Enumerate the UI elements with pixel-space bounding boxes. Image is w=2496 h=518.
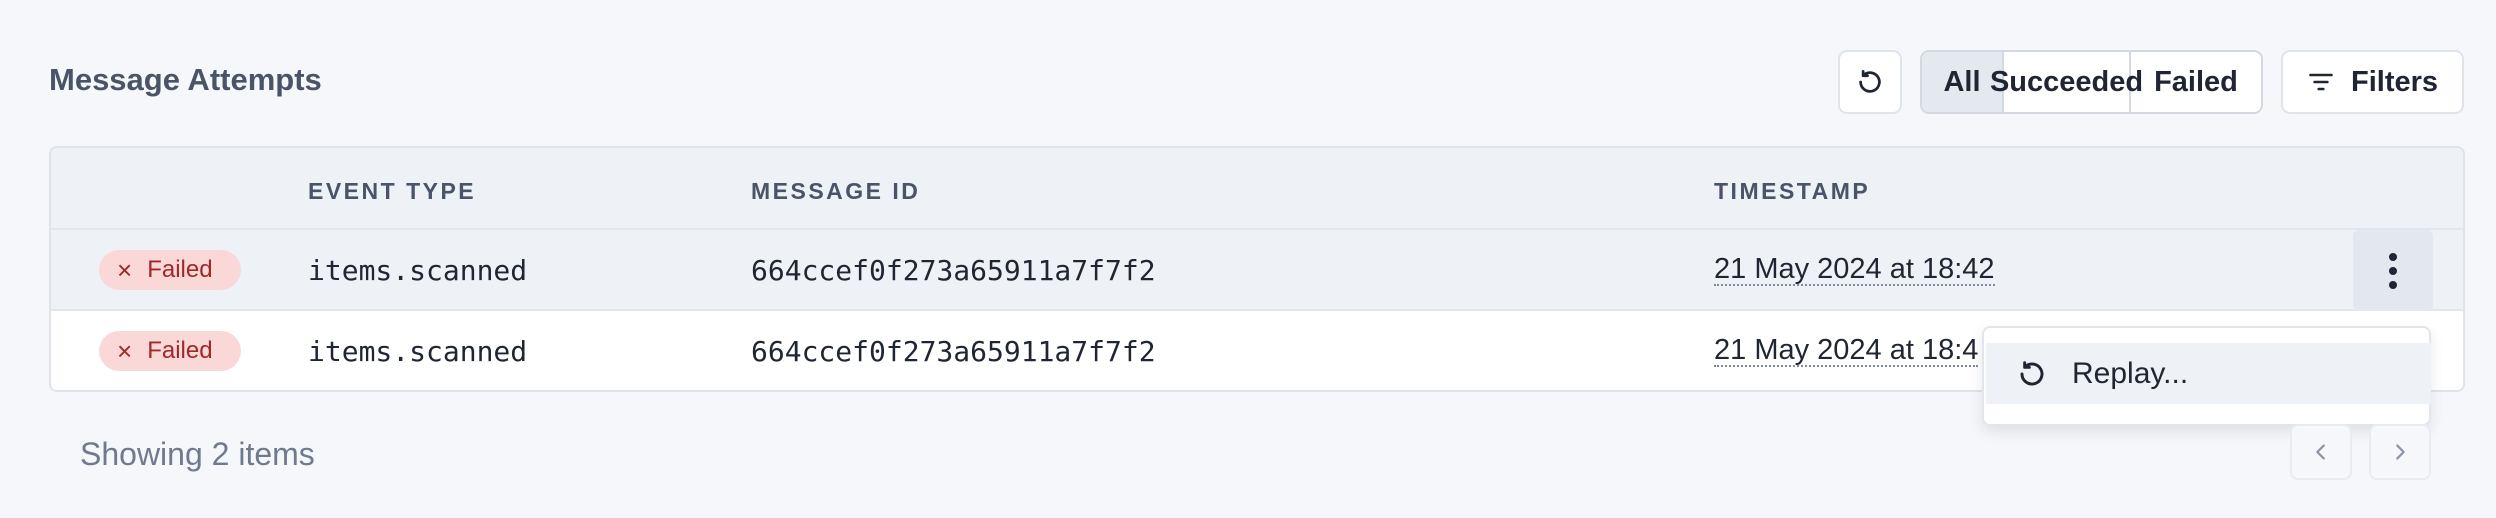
row-actions-button[interactable] [2353,230,2433,311]
chevron-right-icon [2396,444,2405,460]
filter-failed-button[interactable]: Failed [2131,52,2261,112]
replay-icon [2020,360,2044,385]
filters-button[interactable]: Filters [2281,50,2464,114]
refresh-icon [1859,70,1881,93]
page-title: Message Attempts [49,62,322,97]
column-message-id: MESSAGE ID [751,178,921,204]
status-badge: × Failed [99,250,241,290]
status-label: Failed [147,256,213,283]
previous-page-button[interactable] [2290,424,2352,480]
filter-lines-icon [2309,73,2333,91]
toolbar: All Succeeded Failed Filters [1838,50,2464,114]
event-type-cell: items.scanned [308,335,528,368]
table-header: EVENT TYPE MESSAGE ID TIMESTAMP [51,148,2463,230]
pagination-summary: Showing 2 items [80,436,315,472]
more-vertical-icon [2389,252,2397,289]
column-event-type: EVENT TYPE [308,178,477,204]
menu-item-replay[interactable]: Replay... [1986,343,2431,404]
refresh-button[interactable] [1838,50,1902,114]
next-page-button[interactable] [2369,424,2431,480]
filter-succeeded-button[interactable]: Succeeded [1990,52,2143,112]
message-id-cell: 664ccef0f273a65911a7f7f2 [751,335,1156,368]
timestamp-cell: 21 May 2024 at 18:42 [1714,253,1995,286]
column-timestamp: TIMESTAMP [1714,178,1871,204]
menu-item-label: Replay... [2072,356,2189,390]
filters-label: Filters [2350,65,2439,98]
row-actions-menu: Replay... [1982,326,2431,426]
chevron-left-icon [2316,444,2325,460]
close-icon: × [117,255,133,285]
close-icon: × [117,336,133,366]
status-filter-group: All Succeeded Failed [1920,50,2263,114]
status-label: Failed [147,337,213,364]
status-badge: × Failed [99,331,241,371]
event-type-cell: items.scanned [308,254,528,287]
message-id-cell: 664ccef0f273a65911a7f7f2 [751,254,1156,287]
table-row[interactable]: × Failed items.scanned 664ccef0f273a6591… [51,230,2463,311]
timestamp-cell: 21 May 2024 at 18:4 [1714,334,1979,367]
